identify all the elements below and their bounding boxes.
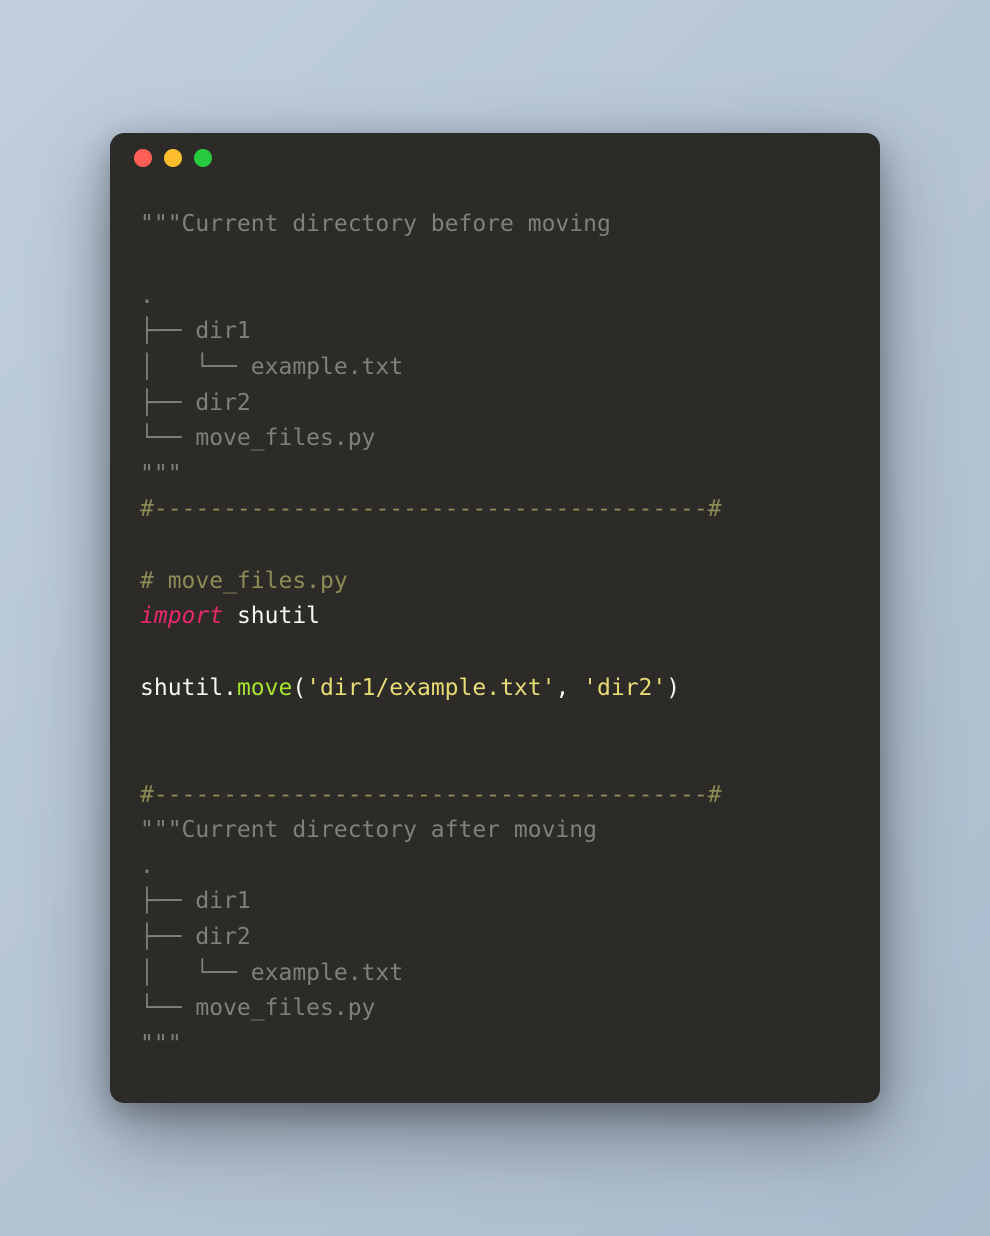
docstring-close: """ <box>140 1031 182 1057</box>
paren-open: ( <box>292 675 306 701</box>
docstring-title: Current directory after moving <box>182 817 597 843</box>
docstring-open: """ <box>140 211 182 237</box>
tree-line: . <box>140 853 154 879</box>
comma: , <box>555 675 583 701</box>
call-dot: . <box>223 675 237 701</box>
window-titlebar <box>110 133 880 183</box>
tree-line: │ └── example.txt <box>140 354 403 380</box>
docstring-open: """ <box>140 817 182 843</box>
close-icon[interactable] <box>134 149 152 167</box>
call-object: shutil <box>140 675 223 701</box>
import-keyword: import <box>140 603 223 629</box>
call-method: move <box>237 675 292 701</box>
string-arg: 'dir1/example.txt' <box>306 675 555 701</box>
separator-comment: #---------------------------------------… <box>140 782 722 808</box>
tree-line: ├── dir1 <box>140 888 251 914</box>
tree-line: ├── dir1 <box>140 318 251 344</box>
tree-line: ├── dir2 <box>140 924 251 950</box>
import-module: shutil <box>223 603 320 629</box>
tree-line: └── move_files.py <box>140 425 375 451</box>
minimize-icon[interactable] <box>164 149 182 167</box>
docstring-title: Current directory before moving <box>182 211 611 237</box>
tree-line: ├── dir2 <box>140 390 251 416</box>
tree-line: │ └── example.txt <box>140 960 403 986</box>
paren-close: ) <box>666 675 680 701</box>
tree-line: └── move_files.py <box>140 995 375 1021</box>
separator-comment: #---------------------------------------… <box>140 496 722 522</box>
string-arg: 'dir2' <box>583 675 666 701</box>
code-editor-window: """Current directory before moving . ├──… <box>110 133 880 1102</box>
file-comment: # move_files.py <box>140 568 348 594</box>
maximize-icon[interactable] <box>194 149 212 167</box>
tree-line: . <box>140 283 154 309</box>
docstring-close: """ <box>140 461 182 487</box>
code-content: """Current directory before moving . ├──… <box>110 183 880 1102</box>
